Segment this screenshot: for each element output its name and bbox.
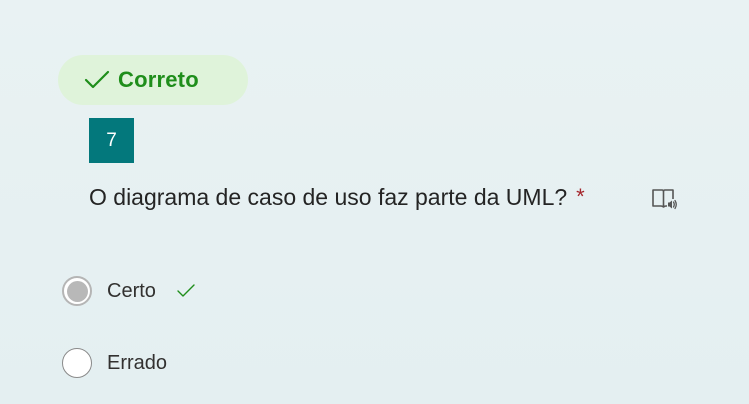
result-badge: Correto [58, 55, 248, 105]
required-mark: * [576, 184, 585, 209]
question-text: O diagrama de caso de uso faz parte da U… [89, 183, 568, 210]
checkmark-icon [84, 70, 110, 89]
radio-dot [66, 280, 88, 302]
option-label: Certo [107, 279, 156, 302]
option-certo[interactable]: Certo [62, 275, 196, 307]
question-number: 7 [89, 118, 134, 163]
immersive-reader-button[interactable] [648, 184, 680, 214]
radio-certo[interactable] [62, 276, 92, 306]
immersive-reader-icon [652, 189, 677, 210]
correct-check-icon [177, 284, 195, 297]
option-label: Errado [107, 351, 168, 374]
result-label: Correto [118, 67, 199, 92]
option-errado[interactable]: Errado [62, 347, 167, 379]
question-row: O diagrama de caso de uso faz parte da U… [89, 180, 585, 214]
radio-errado[interactable] [62, 348, 92, 378]
question-card: Correto 7 O diagrama de caso de uso faz … [0, 0, 749, 404]
